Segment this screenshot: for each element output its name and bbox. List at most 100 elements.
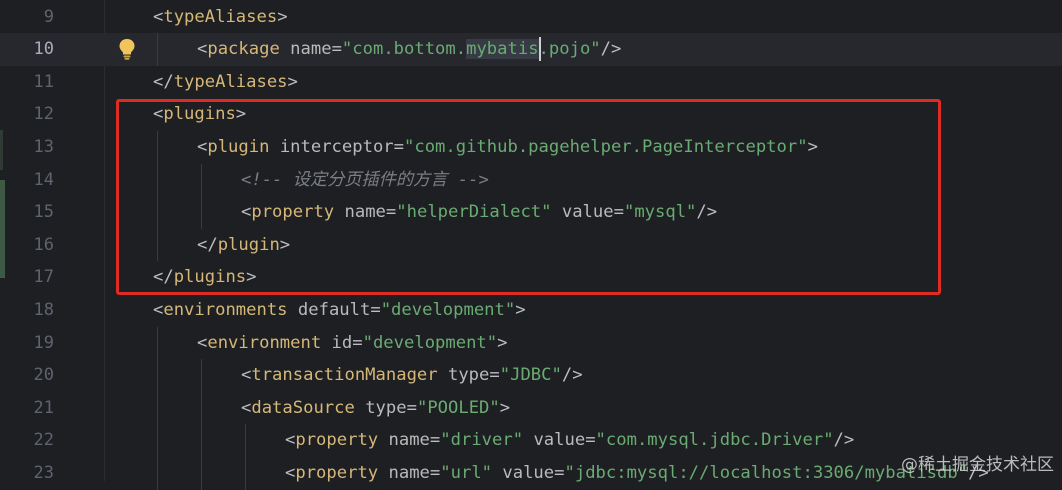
lightbulb-icon[interactable] xyxy=(117,37,137,61)
code-token: type xyxy=(365,397,407,418)
code-token: < xyxy=(153,6,164,27)
code-token: /> xyxy=(600,39,622,60)
line-number: 23 xyxy=(33,463,54,483)
indent-guide xyxy=(201,359,202,392)
code-token: "POOLED" xyxy=(416,397,500,418)
code-line[interactable]: 10 <package name="com.bottom.mybatis.pojo… xyxy=(0,33,1062,66)
code-editor[interactable]: 9 <typeAliases> 10 <package name="com.botto… xyxy=(0,0,1062,490)
code-token: > xyxy=(515,300,526,320)
line-number: 20 xyxy=(33,365,54,386)
code-token: < xyxy=(197,332,208,353)
code-token: = xyxy=(429,430,441,451)
code-text[interactable]: <environment id="development"> xyxy=(197,327,508,360)
indent-guide xyxy=(245,457,246,490)
indent-guide xyxy=(157,359,158,392)
indent-guide xyxy=(157,457,158,490)
line-number: 11 xyxy=(33,71,54,92)
code-token: dataSource xyxy=(251,397,355,418)
code-text[interactable]: <package name="com.bottom.mybatis.pojo"/… xyxy=(197,33,621,66)
line-number: 12 xyxy=(33,104,54,125)
code-token: = xyxy=(429,463,441,483)
indent-guide xyxy=(201,391,202,425)
code-line[interactable]: 21 <dataSource type="POOLED"> xyxy=(0,391,1062,425)
code-text[interactable]: <environments default="development"> xyxy=(153,294,526,327)
code-token: transactionManager xyxy=(251,365,438,386)
code-token: = xyxy=(554,463,565,483)
code-line[interactable]: 18 <environments default="development"> xyxy=(0,294,1062,327)
code-token: default xyxy=(297,300,371,320)
line-number: 13 xyxy=(33,137,54,157)
code-text[interactable]: <property name="url" value="jdbc:mysql:/… xyxy=(285,457,989,490)
code-token: </ xyxy=(153,71,174,92)
code-text[interactable]: <transactionManager type="JDBC"/> xyxy=(241,359,583,392)
code-token: < xyxy=(285,430,296,451)
code-token: mybatis xyxy=(466,39,539,60)
indent-guide xyxy=(157,33,158,66)
code-text[interactable]: </typeAliases> xyxy=(153,66,298,99)
code-line[interactable]: 19 <environment id="development"> xyxy=(0,326,1062,360)
code-token: > xyxy=(277,6,288,27)
code-token: < xyxy=(197,39,208,60)
line-number: 10 xyxy=(33,39,54,60)
code-token: property xyxy=(295,463,379,483)
code-token: > xyxy=(497,332,508,353)
code-line[interactable]: 9 <typeAliases> xyxy=(0,1,1062,34)
code-token: "com.mysql.jdbc.Driver" xyxy=(595,430,834,451)
line-number: 14 xyxy=(33,169,54,190)
annotation-highlight-box xyxy=(116,99,941,295)
code-line[interactable]: 11 </typeAliases> xyxy=(0,66,1062,99)
line-number: 9 xyxy=(43,6,54,27)
code-token: /> xyxy=(833,430,855,451)
code-token: = xyxy=(352,332,363,353)
line-number: 18 xyxy=(33,300,54,320)
code-token: value xyxy=(502,463,555,483)
line-number: 17 xyxy=(33,267,54,288)
indent-guide xyxy=(157,424,158,457)
code-token: = xyxy=(406,397,417,418)
code-text[interactable]: <property name="driver" value="com.mysql… xyxy=(285,424,854,457)
indent-guide xyxy=(157,391,158,425)
code-token: < xyxy=(153,300,164,320)
code-token: typeAliases xyxy=(173,71,288,92)
code-token: < xyxy=(241,365,252,386)
code-token: "driver" xyxy=(440,430,524,451)
code-token: environment xyxy=(207,332,322,353)
code-token: /> xyxy=(561,365,583,386)
code-token: "url" xyxy=(440,463,493,483)
code-token: "development" xyxy=(380,300,516,320)
code-text[interactable]: <typeAliases> xyxy=(153,1,288,34)
code-token: > xyxy=(287,71,298,92)
code-token: package xyxy=(207,39,280,60)
indent-guide xyxy=(201,457,202,490)
code-token: environments xyxy=(163,300,288,320)
code-text[interactable]: <dataSource type="POOLED"> xyxy=(241,392,510,425)
code-token: = xyxy=(331,39,342,60)
indent-guide xyxy=(201,424,202,457)
code-line[interactable]: 20 <transactionManager type="JDBC"/> xyxy=(0,359,1062,392)
code-token: "com.bottom. xyxy=(341,39,467,60)
code-token: property xyxy=(295,430,379,451)
line-number: 21 xyxy=(33,397,54,418)
code-token: "JDBC" xyxy=(499,365,562,386)
code-token: name xyxy=(290,39,332,60)
code-token: id xyxy=(331,332,353,353)
code-token: > xyxy=(499,397,511,418)
text-caret xyxy=(538,37,541,62)
code-token: < xyxy=(285,463,296,483)
code-token: .pojo" xyxy=(538,39,601,60)
code-token: value xyxy=(533,430,586,451)
indent-guide xyxy=(157,326,158,360)
code-token: < xyxy=(241,397,252,418)
code-token: name xyxy=(388,430,430,451)
code-token: = xyxy=(370,300,381,320)
code-token: = xyxy=(489,365,500,386)
